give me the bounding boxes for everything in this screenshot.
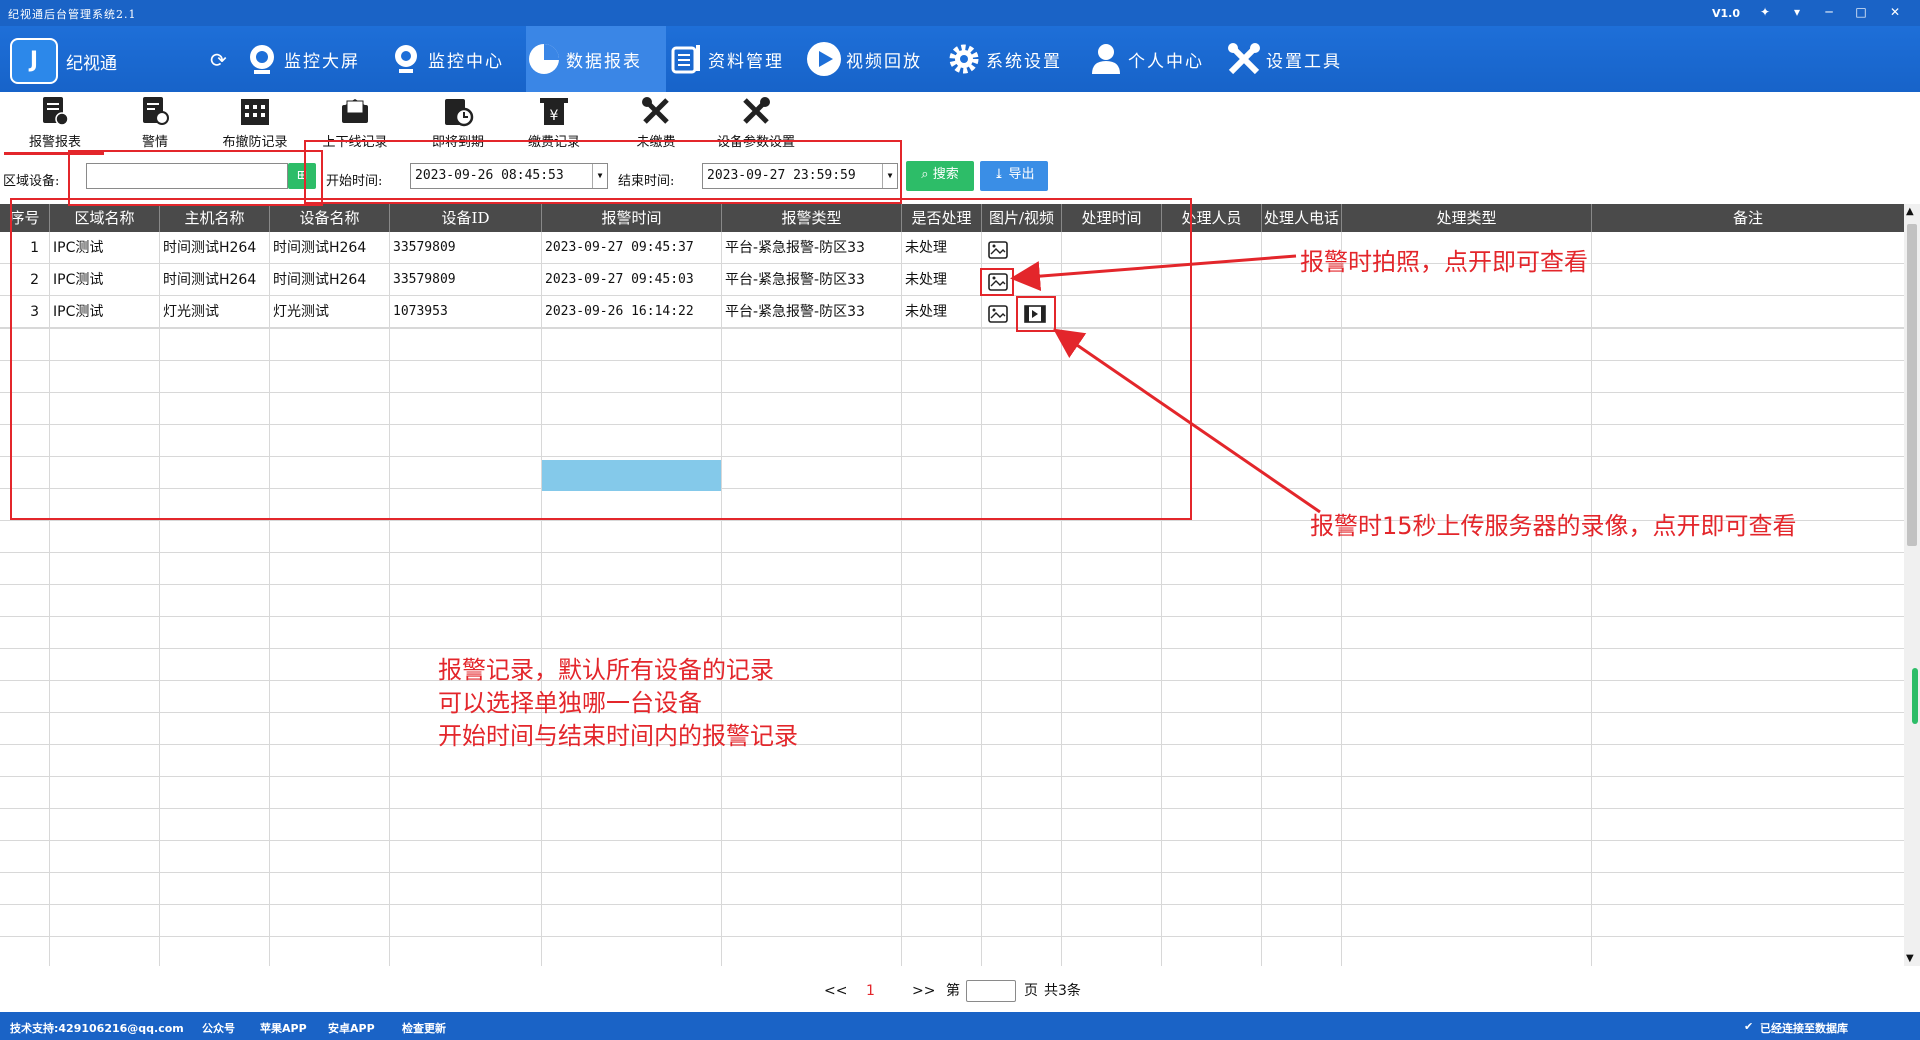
arrow-photo bbox=[1010, 254, 1297, 292]
annotation-note-3: 开始时间与结束时间内的报警记录 bbox=[438, 722, 798, 750]
arrow-video bbox=[1053, 328, 1321, 514]
annotation-video-text: 报警时15秒上传服务器的录像，点开即可查看 bbox=[1310, 512, 1797, 540]
annotation-note-2: 可以选择单独哪一台设备 bbox=[438, 689, 702, 717]
annotation-photo-text: 报警时拍照，点开即可查看 bbox=[1300, 248, 1588, 276]
annotation-note-1: 报警记录，默认所有设备的记录 bbox=[438, 656, 774, 684]
